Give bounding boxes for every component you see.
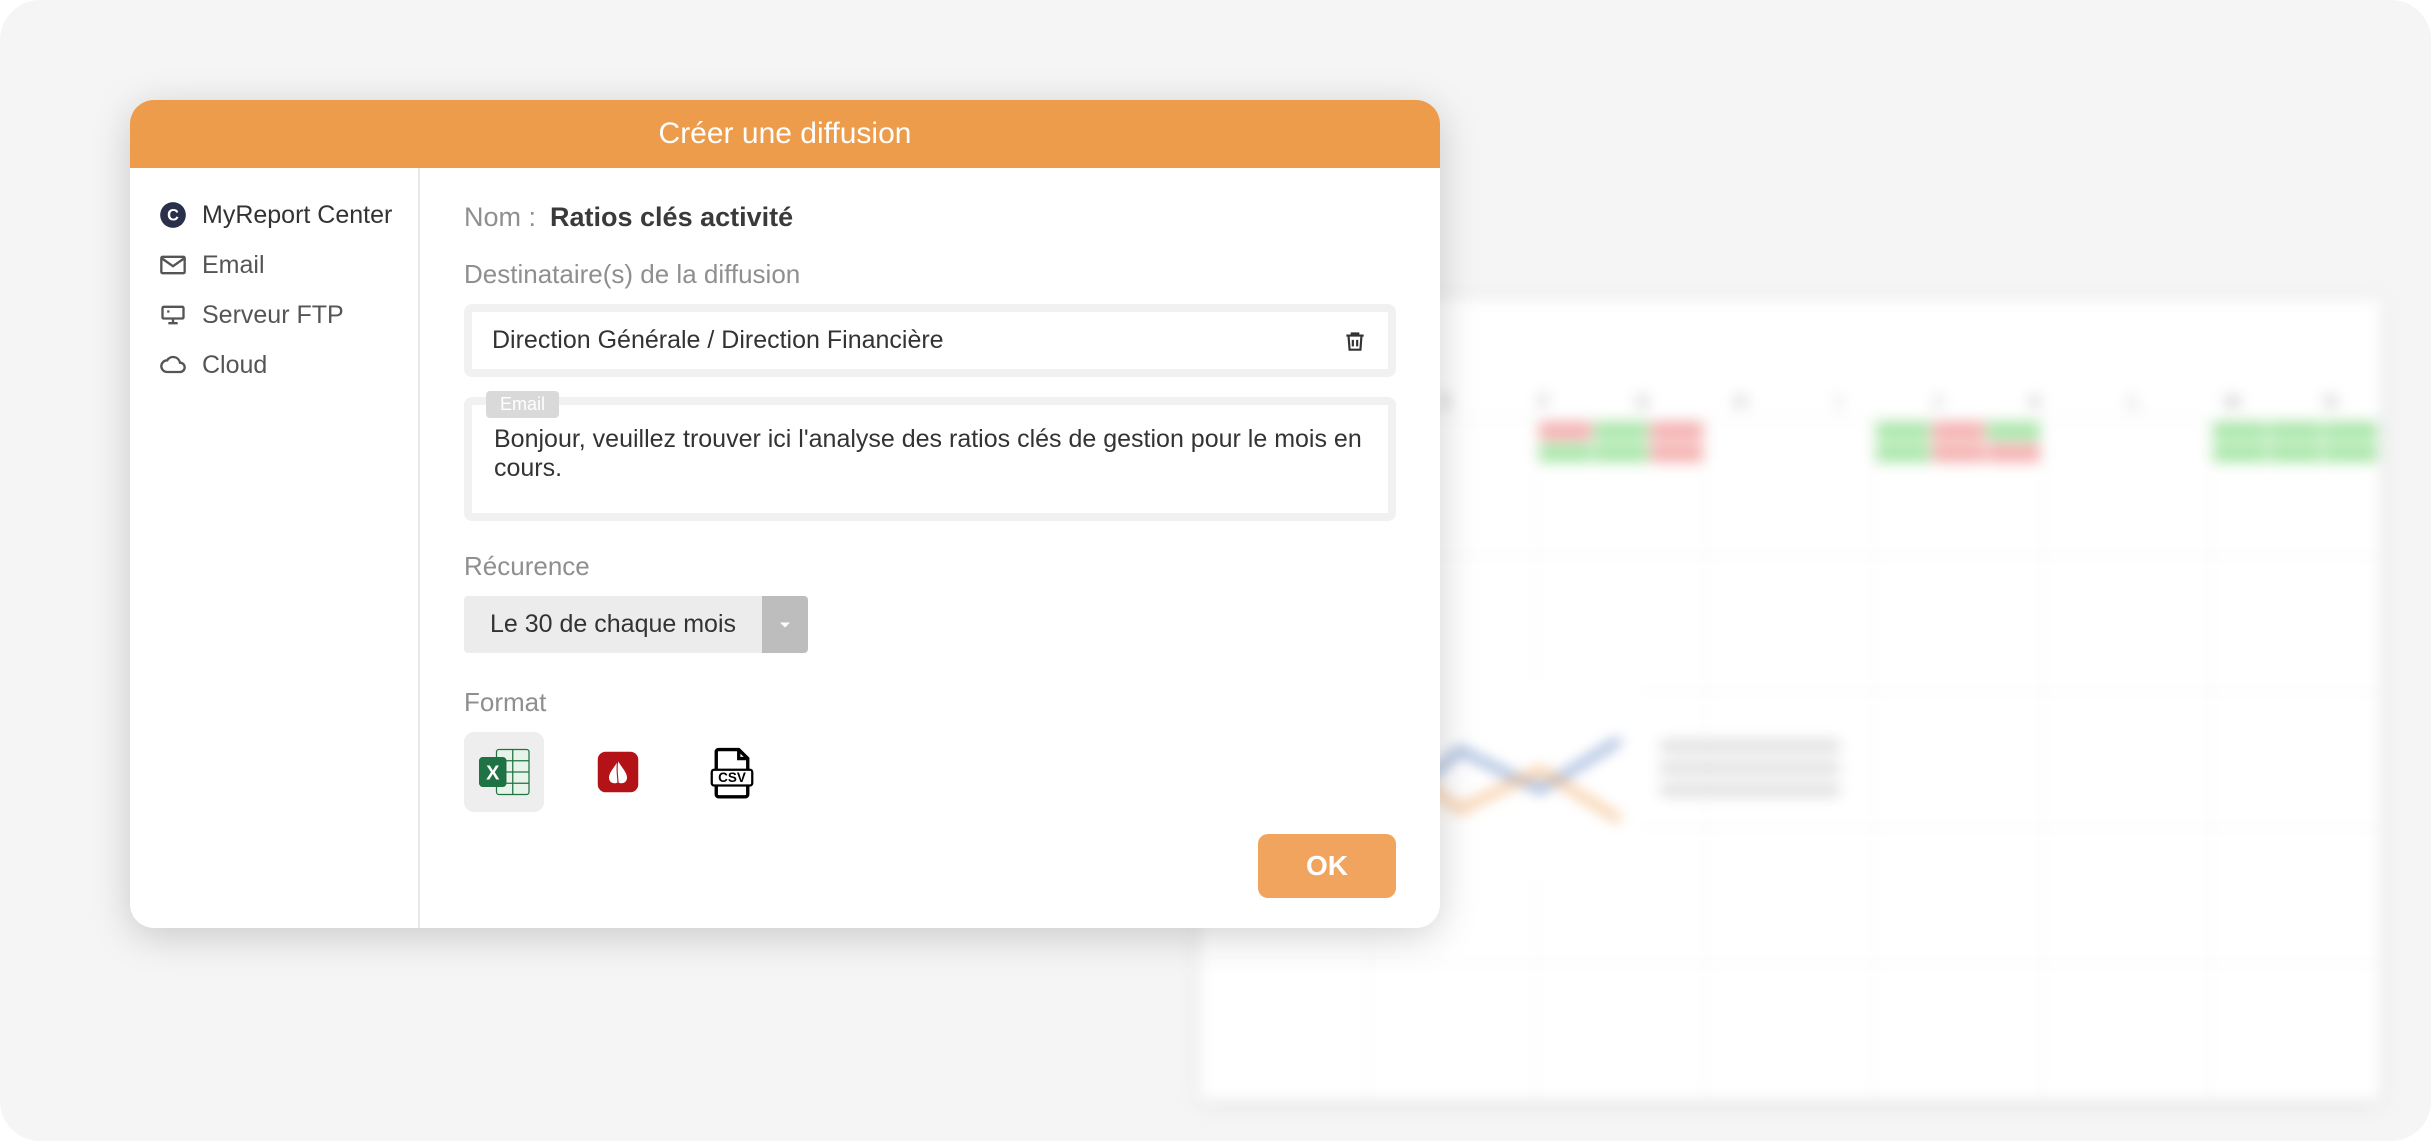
sidebar-item-label: Email [202,251,265,280]
recurrence-value: Le 30 de chaque mois [464,596,762,653]
recurrence-label: Récurence [464,551,1396,582]
sidebar-item-label: MyReport Center [202,201,392,230]
svg-text:C: C [167,206,179,224]
format-label: Format [464,687,1396,718]
recurrence-select[interactable]: Le 30 de chaque mois [464,596,808,653]
sidebar-item-label: Serveur FTP [202,301,344,330]
sidebar-item-ftp[interactable]: Serveur FTP [158,300,400,330]
dialog-title: Créer une diffusion [130,100,1440,168]
name-value: Ratios clés activité [550,202,793,233]
svg-text:X: X [486,763,500,785]
sidebar-item-label: Cloud [202,351,267,380]
dialog-content: Nom : Ratios clés activité Destinataire(… [420,168,1440,928]
app-stage: CDEF GHIJ KLMN [0,0,2431,1141]
format-pdf[interactable] [578,732,658,812]
create-diffusion-dialog: Créer une diffusion C MyReport Center Em… [130,100,1440,928]
destinataires-value: Direction Générale / Direction Financièr… [492,326,944,355]
destinataires-label: Destinataire(s) de la diffusion [464,259,1396,290]
destinataires-field[interactable]: Direction Générale / Direction Financièr… [464,304,1396,377]
email-body-text: Bonjour, veuillez trouver ici l'analyse … [494,425,1362,482]
trash-icon[interactable] [1342,328,1368,354]
format-csv[interactable]: CSV [692,732,772,812]
sidebar-item-cloud[interactable]: Cloud [158,350,400,380]
sidebar-item-myreport-center[interactable]: C MyReport Center [158,200,400,230]
chevron-down-icon[interactable] [762,596,808,653]
name-label: Nom : [464,202,536,233]
cloud-icon [158,350,188,380]
circle-c-icon: C [158,200,188,230]
email-tag: Email [486,391,559,418]
ok-button[interactable]: OK [1258,834,1396,898]
sidebar-item-email[interactable]: Email [158,250,400,280]
format-options: X [464,732,1396,812]
dialog-sidebar: C MyReport Center Email Serveur FTP [130,168,420,928]
mail-icon [158,250,188,280]
svg-text:CSV: CSV [718,770,746,785]
server-icon [158,300,188,330]
email-body-field[interactable]: Email Bonjour, veuillez trouver ici l'an… [464,397,1396,521]
format-excel[interactable]: X [464,732,544,812]
